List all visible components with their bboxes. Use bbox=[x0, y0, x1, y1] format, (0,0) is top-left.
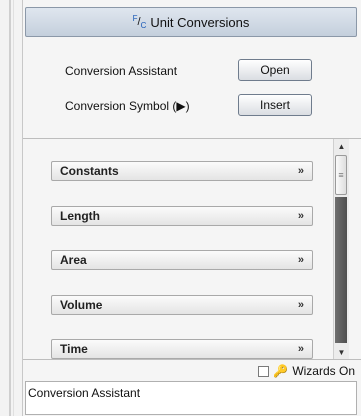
expand-chevron-icon: » bbox=[297, 299, 304, 311]
category-label: Area bbox=[60, 253, 87, 267]
scroll-track[interactable] bbox=[335, 197, 347, 343]
wizard-wand-icon: 🔑 bbox=[273, 364, 289, 378]
expand-chevron-icon: » bbox=[297, 165, 304, 177]
wizards-toggle[interactable]: 🔑 Wizards On bbox=[258, 362, 355, 380]
category-label: Time bbox=[60, 342, 88, 356]
unit-conversions-panel: F/C Unit Conversions Conversion Assistan… bbox=[22, 0, 361, 416]
expand-chevron-icon: » bbox=[297, 343, 304, 355]
category-label: Length bbox=[60, 209, 100, 223]
grip-icon: ≡ bbox=[338, 169, 344, 180]
wizards-label: Wizards On bbox=[292, 364, 355, 378]
conversion-symbol-label: Conversion Symbol (▶) bbox=[65, 99, 190, 113]
splitter-line bbox=[13, 0, 14, 416]
divider bbox=[23, 359, 361, 360]
category-time[interactable]: Time » bbox=[51, 339, 313, 359]
category-volume[interactable]: Volume » bbox=[51, 295, 313, 315]
description-box: Conversion Assistant bbox=[25, 381, 357, 415]
wizards-checkbox[interactable] bbox=[258, 365, 270, 377]
scroll-up-arrow-icon[interactable]: ▲ bbox=[334, 139, 349, 153]
left-gutter bbox=[0, 0, 22, 416]
expand-chevron-icon: » bbox=[297, 210, 304, 222]
category-label: Volume bbox=[60, 298, 103, 312]
description-text: Conversion Assistant bbox=[28, 386, 141, 400]
category-length[interactable]: Length » bbox=[51, 206, 313, 226]
insert-button[interactable]: Insert bbox=[238, 94, 312, 116]
vertical-scrollbar[interactable]: ▲ ≡ ▼ bbox=[333, 139, 349, 359]
category-constants[interactable]: Constants » bbox=[51, 161, 313, 181]
category-area[interactable]: Area » bbox=[51, 250, 313, 270]
splitter-handle[interactable] bbox=[9, 0, 11, 416]
open-button[interactable]: Open bbox=[238, 59, 312, 81]
unit-conversions-icon: F/C bbox=[132, 13, 147, 31]
expand-chevron-icon: » bbox=[297, 254, 304, 266]
category-label: Constants bbox=[60, 164, 119, 178]
panel-title: Unit Conversions bbox=[150, 14, 250, 30]
conversion-assistant-label: Conversion Assistant bbox=[65, 64, 178, 78]
scroll-thumb[interactable]: ≡ bbox=[335, 155, 347, 195]
panel-header[interactable]: F/C Unit Conversions bbox=[25, 7, 357, 37]
scroll-down-arrow-icon[interactable]: ▼ bbox=[334, 345, 349, 359]
categories-list: Constants » Length » Area » Volume » Tim… bbox=[23, 139, 361, 359]
